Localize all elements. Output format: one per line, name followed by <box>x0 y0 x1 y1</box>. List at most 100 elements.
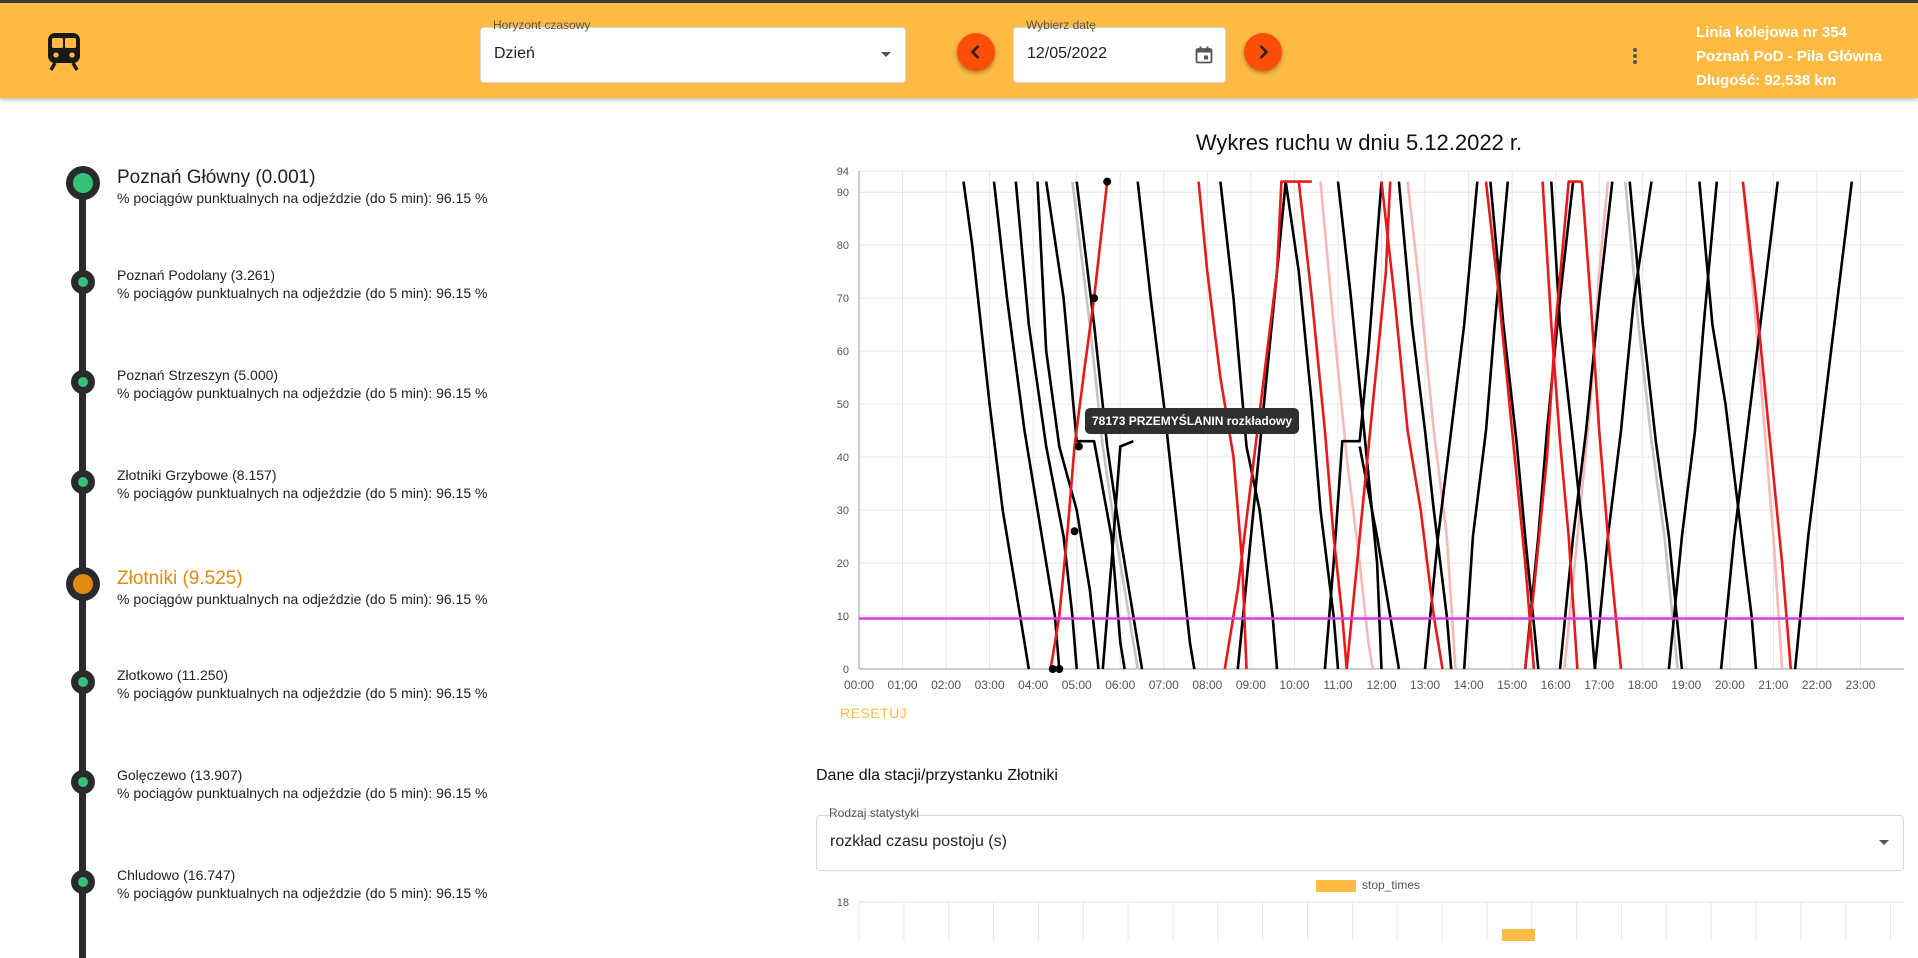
chevron-left-icon <box>970 45 980 59</box>
x-tick-label: 03:00 <box>975 678 1005 692</box>
legend-label: stop_times <box>1362 878 1421 892</box>
train-path-black <box>1593 181 1653 670</box>
train-path-black <box>1423 181 1479 670</box>
x-tick-label: 02:00 <box>931 678 961 692</box>
station-punctuality: % pociągów punktualnych na odjeździe (do… <box>117 485 488 501</box>
chevron-right-icon <box>1259 45 1269 59</box>
x-tick-label: 08:00 <box>1192 678 1222 692</box>
train-icon <box>48 33 80 71</box>
train-event-marker <box>1048 665 1057 673</box>
station-name: Chludowo (16.747) <box>117 867 236 883</box>
x-tick-label: 17:00 <box>1584 678 1614 692</box>
date-value[interactable]: 12/05/2022 <box>1027 45 1107 63</box>
train-tooltip: 78173 PRZEMYŚLANIN rozkładowy <box>1085 408 1300 434</box>
train-path-black <box>1698 181 1758 670</box>
y-tick-label: 0 <box>843 664 849 676</box>
station-name: Poznań Strzeszyn (5.000) <box>117 367 279 383</box>
train-path-black <box>992 181 1061 670</box>
x-tick-label: 21:00 <box>1758 678 1788 692</box>
x-tick-label: 00:00 <box>844 678 874 692</box>
y-tick-label: 40 <box>837 452 849 464</box>
station-marker <box>66 166 100 200</box>
train-path-black <box>962 181 1031 670</box>
x-tick-label: 23:00 <box>1845 678 1875 692</box>
station-marker <box>71 370 95 394</box>
x-tick-label: 20:00 <box>1715 678 1745 692</box>
y-tick-label: 30 <box>837 505 849 517</box>
y-tick-label: 60 <box>837 346 849 358</box>
reset-zoom-button[interactable]: RESETUJ <box>840 705 907 721</box>
train-event-marker <box>1103 177 1112 186</box>
station-name: Złotniki Grzybowe (8.157) <box>117 467 277 483</box>
line-route: Poznań PoD - Piła Główna <box>1696 48 1882 65</box>
chart-title: Wykres ruchu w dniu 5.12.2022 r. <box>1195 130 1523 155</box>
legend-swatch <box>1316 879 1356 892</box>
x-tick-label: 13:00 <box>1410 678 1440 692</box>
station-list: Poznań Główny (0.001) % pociągów punktua… <box>0 98 800 958</box>
train-path-black <box>1719 181 1779 670</box>
horizon-value: Dzień <box>494 45 535 62</box>
statistic-type-select[interactable]: Rodzaj statystyki rozkład czasu postoju … <box>816 806 1904 871</box>
train-event-marker <box>1055 665 1064 673</box>
train-path-red <box>1345 181 1392 670</box>
date-label: Wybierz datę <box>1026 18 1096 32</box>
line-number: Linia kolejowa nr 354 <box>1696 24 1847 41</box>
x-tick-label: 06:00 <box>1105 678 1135 692</box>
x-tick-label: 10:00 <box>1279 678 1309 692</box>
x-tick-label: 18:00 <box>1628 678 1658 692</box>
train-path-red <box>1541 181 1579 670</box>
station-marker <box>71 670 95 694</box>
station-marker <box>66 567 100 601</box>
train-path-red <box>1484 181 1536 670</box>
previous-date-button[interactable] <box>957 33 995 71</box>
train-path-faded <box>1406 181 1457 670</box>
x-tick-label: 07:00 <box>1149 678 1179 692</box>
train-path-black <box>1101 439 1134 670</box>
stats-legend[interactable]: stop_times <box>1316 878 1420 892</box>
chevron-down-icon <box>881 52 891 57</box>
y-tick-label: 18 <box>837 897 849 909</box>
station-name: Złotniki (9.525) <box>117 568 243 589</box>
station-marker <box>71 470 95 494</box>
train-path-red <box>1380 181 1444 670</box>
y-tick-label: 20 <box>837 558 849 570</box>
x-tick-label: 11:00 <box>1323 678 1352 692</box>
train-event-marker <box>1090 294 1099 303</box>
x-tick-label: 22:00 <box>1802 678 1832 692</box>
train-path-black <box>1489 181 1540 670</box>
train-path-faded <box>1319 181 1375 670</box>
next-date-button[interactable] <box>1244 33 1282 71</box>
x-tick-label: 16:00 <box>1541 678 1571 692</box>
station-punctuality: % pociągów punktualnych na odjeździe (do… <box>117 885 488 901</box>
train-path-black <box>1397 181 1453 670</box>
train-path-black <box>1462 181 1510 670</box>
y-tick-label: 50 <box>837 399 849 411</box>
date-picker[interactable]: Wybierz datę 12/05/2022 <box>1013 18 1226 83</box>
train-path-red <box>1580 181 1623 670</box>
y-tick-label: 90 <box>837 187 849 199</box>
x-tick-label: 01:00 <box>888 678 918 692</box>
kebab-menu-icon[interactable] <box>1632 48 1638 66</box>
station-punctuality: % pociągów punktualnych na odjeździe (do… <box>117 285 488 301</box>
train-path-black <box>1558 181 1614 670</box>
line-info: Linia kolejowa nr 354 Poznań PoD - Piła … <box>1696 21 1882 93</box>
horizon-label: Horyzont czasowy <box>493 18 591 32</box>
calendar-icon[interactable] <box>1194 45 1214 65</box>
statistic-type-label: Rodzaj statystyki <box>829 806 920 820</box>
station-punctuality: % pociągów punktualnych na odjeździe (do… <box>117 385 488 401</box>
station-marker <box>71 770 95 794</box>
train-path-red <box>1523 180 1582 670</box>
train-path-grey <box>1624 181 1679 670</box>
train-path-black <box>1323 181 1383 670</box>
station-punctuality: % pociągów punktualnych na odjeździe (do… <box>117 785 488 801</box>
station-name: Poznań Główny (0.001) <box>117 167 316 188</box>
x-tick-label: 12:00 <box>1366 678 1396 692</box>
chevron-down-icon <box>1879 840 1889 845</box>
train-path-black <box>1014 181 1078 670</box>
station-marker <box>71 270 95 294</box>
horizon-select[interactable]: Horyzont czasowy Dzień <box>480 18 906 83</box>
station-punctuality: % pociągów punktualnych na odjeździe (do… <box>117 685 488 701</box>
y-tick-label: 70 <box>837 293 849 305</box>
top-app-bar: Horyzont czasowy Dzień Wybierz datę 12/0… <box>0 0 1918 98</box>
x-tick-label: 19:00 <box>1671 678 1701 692</box>
